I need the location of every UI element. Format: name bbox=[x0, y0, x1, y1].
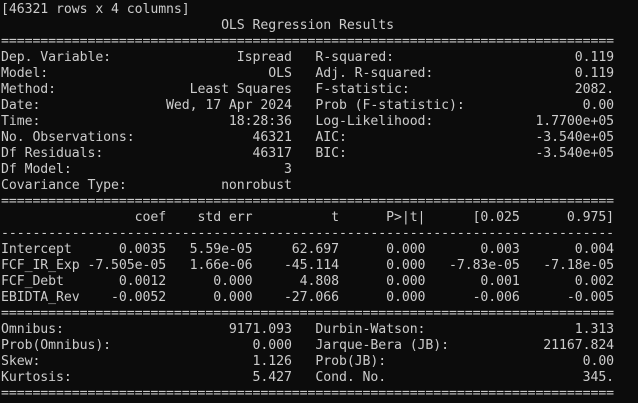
coef-table-row: Intercept 0.0035 5.59e-05 62.697 0.000 0… bbox=[1, 242, 615, 257]
summary-row: Date: Wed, 17 Apr 2024 Prob (F-statistic… bbox=[1, 98, 615, 113]
summary-row: Df Residuals: 46317 BIC: -3.540e+05 bbox=[1, 146, 615, 161]
double-separator: ========================================… bbox=[1, 386, 615, 401]
scrollbar-track[interactable] bbox=[634, 0, 638, 403]
summary-row: Covariance Type: nonrobust bbox=[1, 178, 292, 193]
summary-row: Df Model: 3 bbox=[1, 162, 292, 177]
coef-table-row: EBIDTA_Rev -0.0052 0.000 -27.066 0.000 -… bbox=[1, 290, 615, 305]
double-separator: ========================================… bbox=[1, 34, 615, 49]
double-separator: ========================================… bbox=[1, 306, 615, 321]
diagnostics-row: Prob(Omnibus): 0.000 Jarque-Bera (JB): 2… bbox=[1, 338, 615, 353]
diagnostics-row: Skew: 1.126 Prob(JB): 0.00 bbox=[1, 354, 615, 369]
summary-row: Dep. Variable: Ispread R-squared: 0.119 bbox=[1, 50, 615, 65]
summary-row: Model: OLS Adj. R-squared: 0.119 bbox=[1, 66, 615, 81]
coef-table-row: FCF_IR_Exp -7.505e-05 1.66e-06 -45.114 0… bbox=[1, 258, 615, 273]
double-separator: ========================================… bbox=[1, 194, 615, 209]
summary-row: Method: Least Squares F-statistic: 2082. bbox=[1, 82, 615, 97]
summary-row: No. Observations: 46321 AIC: -3.540e+05 bbox=[1, 130, 615, 145]
single-separator: ----------------------------------------… bbox=[1, 226, 615, 241]
results-title-line: OLS Regression Results bbox=[1, 18, 394, 33]
diagnostics-row: Omnibus: 9171.093 Durbin-Watson: 1.313 bbox=[1, 322, 615, 337]
terminal-output: [46321 rows x 4 columns] OLS Regression … bbox=[1, 2, 614, 402]
diagnostics-row: Kurtosis: 5.427 Cond. No. 345. bbox=[1, 370, 615, 385]
rows-summary-line: [46321 rows x 4 columns] bbox=[1, 2, 190, 17]
summary-row: Time: 18:28:36 Log-Likelihood: 1.7700e+0… bbox=[1, 114, 615, 129]
coef-table-header: coef std err t P>|t| [0.025 0.975] bbox=[1, 210, 615, 225]
coef-table-row: FCF_Debt 0.0012 0.000 4.808 0.000 0.001 … bbox=[1, 274, 615, 289]
terminal-window[interactable]: [46321 rows x 4 columns] OLS Regression … bbox=[0, 0, 638, 403]
